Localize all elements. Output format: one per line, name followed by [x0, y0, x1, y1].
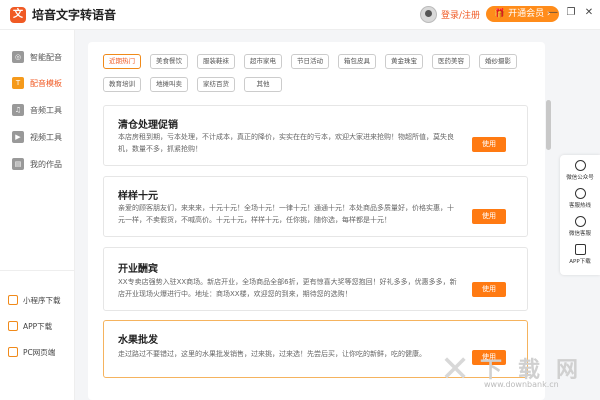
video-tool-icon: ▶: [12, 131, 24, 143]
watermark-logo-icon: ✕: [440, 349, 471, 390]
wechat-service-icon: [574, 216, 586, 227]
sidebar-item-smart-dubbing[interactable]: ◎ 智能配音: [6, 47, 70, 67]
use-button[interactable]: 使用: [472, 137, 506, 152]
use-button[interactable]: 使用: [472, 282, 506, 297]
card-title: 样样十元: [118, 191, 158, 202]
template-card[interactable]: 清仓处理促销 本店房租到期，亏本处理，不计成本，真正的降价，实实在在的亏本，欢迎…: [103, 105, 528, 166]
maximize-icon[interactable]: ❐: [564, 7, 578, 18]
card-description: 走过路过不要错过，这里的水果批发销售，过来挑，过来选！先尝后买，让你吃的新鲜，吃…: [118, 350, 426, 358]
minimize-icon[interactable]: —: [546, 7, 560, 18]
tag-festival[interactable]: 节日活动: [291, 54, 329, 69]
float-item-label: 客服热线: [568, 203, 591, 209]
card-description: 本店房租到期，亏本处理，不计成本，真正的降价，实实在在的亏本，欢迎大家进来抢购！…: [118, 133, 454, 153]
pc-web-icon: [8, 347, 18, 357]
sidebar-footer-label: 小程序下载: [23, 295, 61, 305]
app-logo-icon: 文: [10, 6, 26, 23]
sidebar-footer-pc-web[interactable]: PC网页端: [8, 343, 55, 361]
template-icon: T: [12, 77, 24, 89]
scrollbar-thumb[interactable]: [546, 100, 551, 150]
card-title: 水果批发: [118, 335, 158, 346]
card-description: 亲爱的顾客朋友们，来来来，十元十元！全场十元！一律十元！通通十元！本处商品多质量…: [118, 204, 454, 224]
wechat-official-button[interactable]: 微信公众号: [560, 159, 600, 187]
float-item-label: 微信公众号: [566, 175, 594, 181]
app-download-icon: [8, 321, 18, 331]
app-icon: [574, 244, 586, 255]
template-panel: 近期热门 美食餐饮 服装鞋袜 超市家电 节日活动 箱包皮具 黄金珠宝 医药美容 …: [88, 42, 545, 400]
sidebar-item-dubbing-template[interactable]: T 配音模板: [6, 73, 70, 93]
tag-wedding-photo[interactable]: 婚纱摄影: [479, 54, 517, 69]
sidebar-item-label: 智能配音: [30, 52, 62, 62]
service-hotline-button[interactable]: 客服热线: [560, 187, 600, 215]
float-item-label: APP下载: [569, 259, 591, 265]
tag-jewelry[interactable]: 黄金珠宝: [385, 54, 423, 69]
app-title: 培音文字转语音: [32, 8, 117, 22]
sidebar-item-video-tools[interactable]: ▶ 视频工具: [6, 127, 70, 147]
sidebar-item-label: 配音模板: [30, 78, 62, 88]
sidebar: ◎ 智能配音 T 配音模板 ♫ 音频工具 ▶ 视频工具 ▤ 我的作品 小程序下载…: [0, 30, 75, 400]
watermark-url: www.downbank.cn: [484, 380, 559, 389]
mic-icon: ◎: [12, 51, 24, 63]
card-title: 开业酬宾: [118, 264, 158, 275]
audio-tool-icon: ♫: [12, 104, 24, 116]
tag-other[interactable]: 其他: [244, 77, 282, 92]
app-download-button[interactable]: APP下载: [560, 243, 600, 271]
wechat-official-icon: [574, 160, 586, 171]
tag-medical-beauty[interactable]: 医药美容: [432, 54, 470, 69]
sidebar-footer-label: APP下载: [23, 321, 53, 331]
tag-recent-hot[interactable]: 近期热门: [103, 54, 141, 69]
watermark: ✕ 下载网 www.downbank.cn: [440, 350, 600, 400]
sidebar-item-label: 我的作品: [30, 159, 62, 169]
tag-street-vendor[interactable]: 地摊叫卖: [150, 77, 188, 92]
sidebar-footer-miniprogram[interactable]: 小程序下载: [8, 291, 61, 309]
tag-education[interactable]: 教育培训: [103, 77, 141, 92]
tag-bags[interactable]: 箱包皮具: [338, 54, 376, 69]
sidebar-divider: [0, 270, 75, 271]
sidebar-item-my-works[interactable]: ▤ 我的作品: [6, 154, 70, 174]
floating-service-panel: 微信公众号 客服热线 微信客服 APP下载: [560, 155, 600, 275]
tag-food[interactable]: 美食餐饮: [150, 54, 188, 69]
float-item-label: 微信客服: [568, 231, 591, 237]
sidebar-item-label: 视频工具: [30, 132, 62, 142]
card-description: XX专卖店强势入驻XX商场。新店开业，全场商品全部6折，更有惊喜大奖等您抱回！好…: [118, 278, 457, 298]
template-card[interactable]: 开业酬宾 XX专卖店强势入驻XX商场。新店开业，全场商品全部6折，更有惊喜大奖等…: [103, 247, 528, 311]
title-bar: 文 培音文字转语音 登录/注册 🎁 开通会员 › — ❐ ✕: [0, 0, 600, 30]
tag-supermarket[interactable]: 超市家电: [244, 54, 282, 69]
login-register-link[interactable]: 登录/注册: [441, 8, 480, 21]
sidebar-footer-app-download[interactable]: APP下载: [8, 317, 52, 335]
works-icon: ▤: [12, 158, 24, 170]
sidebar-item-label: 音频工具: [30, 105, 62, 115]
close-icon[interactable]: ✕: [582, 7, 596, 18]
use-button[interactable]: 使用: [472, 209, 506, 224]
avatar[interactable]: [420, 6, 437, 23]
wechat-service-button[interactable]: 微信客服: [560, 215, 600, 243]
tag-home-textile[interactable]: 家纺百货: [197, 77, 235, 92]
template-card[interactable]: 样样十元 亲爱的顾客朋友们，来来来，十元十元！全场十元！一律十元！通通十元！本处…: [103, 176, 528, 237]
sidebar-item-audio-tools[interactable]: ♫ 音频工具: [6, 100, 70, 120]
phone-icon: [574, 188, 586, 199]
sidebar-footer-label: PC网页端: [23, 347, 56, 357]
card-title: 清仓处理促销: [118, 120, 178, 131]
miniprogram-icon: [8, 295, 18, 305]
tag-clothing[interactable]: 服装鞋袜: [197, 54, 235, 69]
